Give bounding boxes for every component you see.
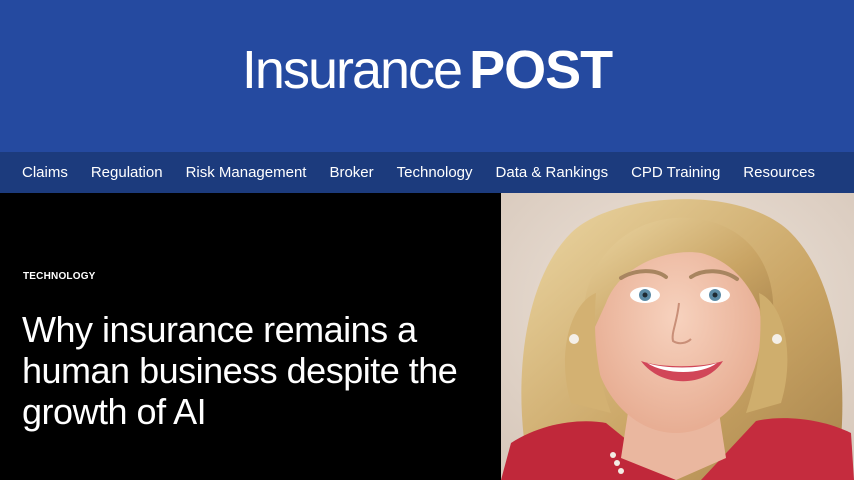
nav-item-claims[interactable]: Claims	[22, 164, 68, 181]
nav-item-data-rankings[interactable]: Data & Rankings	[496, 164, 609, 181]
article-hero: TECHNOLOGY Why insurance remains a human…	[0, 193, 854, 480]
article-headline[interactable]: Why insurance remains a human business d…	[22, 309, 497, 432]
main-nav: Claims Regulation Risk Management Broker…	[0, 152, 854, 193]
site-header: Insurance POST	[0, 0, 854, 152]
portrait-illustration	[501, 193, 854, 480]
nav-item-regulation[interactable]: Regulation	[91, 164, 163, 181]
nav-item-cpd-training[interactable]: CPD Training	[631, 164, 720, 181]
article-category[interactable]: TECHNOLOGY	[23, 271, 96, 282]
nav-item-risk-management[interactable]: Risk Management	[186, 164, 307, 181]
portrait-photo	[501, 193, 854, 480]
logo-text-bold: POST	[469, 40, 613, 100]
nav-item-resources[interactable]: Resources	[743, 164, 815, 181]
site-logo[interactable]: Insurance POST	[0, 40, 854, 100]
nav-item-technology[interactable]: Technology	[397, 164, 473, 181]
nav-item-broker[interactable]: Broker	[329, 164, 373, 181]
logo-text-light: Insurance	[241, 40, 463, 100]
